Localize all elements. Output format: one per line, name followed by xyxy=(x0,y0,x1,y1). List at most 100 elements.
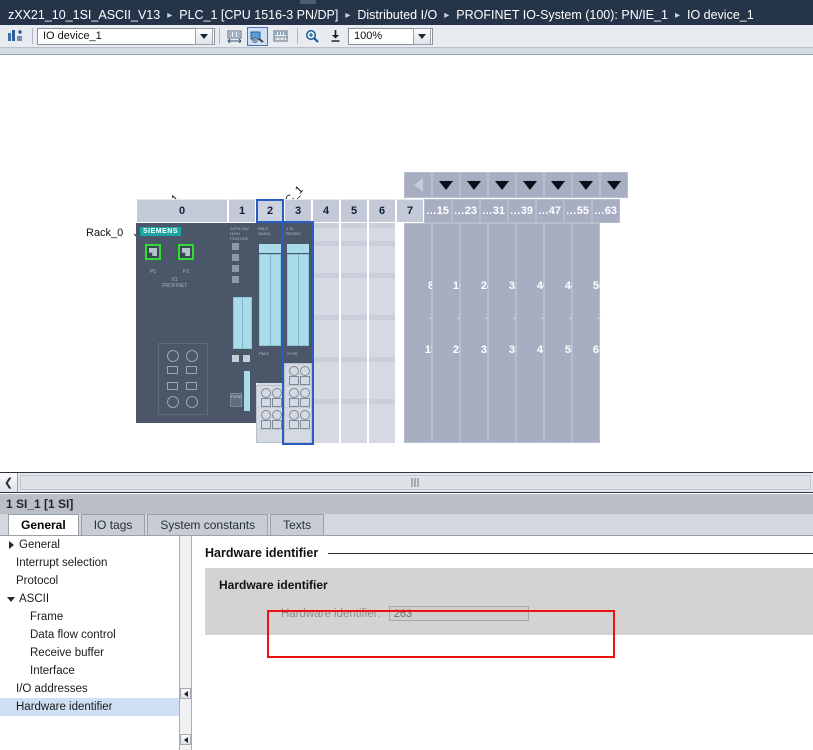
arrow-down-icon[interactable] xyxy=(572,172,600,198)
slot-group-column-55[interactable]: 48 - 55 xyxy=(544,223,577,443)
slot-group-column-15[interactable]: 8 - 15 xyxy=(404,223,437,443)
slot-group-header-23[interactable]: …23 xyxy=(452,199,480,223)
tab-general[interactable]: General xyxy=(8,514,79,535)
slot-group-column-47[interactable]: 40 - 47 xyxy=(516,223,549,443)
device-selector-combo[interactable]: IO device_1 xyxy=(37,27,215,45)
slot-group-header-55[interactable]: …55 xyxy=(564,199,592,223)
slot-header-0[interactable]: 0 xyxy=(136,199,228,223)
profinet-interface-label: X1 PROFINET xyxy=(162,277,188,290)
port2-label: P2 xyxy=(183,269,190,275)
arrow-down-icon[interactable] xyxy=(488,172,516,198)
chevron-down-icon[interactable] xyxy=(195,27,213,45)
slot-group-header-15[interactable]: …15 xyxy=(424,199,452,223)
slot-group-column-31[interactable]: 24 - 31 xyxy=(460,223,493,443)
module-pm-e-24vdc[interactable]: PM-E 24VDC PM-E xyxy=(256,223,284,383)
terminal-block-slot1[interactable] xyxy=(256,385,284,443)
tree-item-data-flow-control[interactable]: Data flow control xyxy=(0,626,179,644)
slot-column-5[interactable] xyxy=(312,223,340,443)
breadcrumb-item-project[interactable]: zXX21_10_1SI_ASCII_V13 xyxy=(8,8,160,22)
slot-group-column-23[interactable]: 16 - 23 xyxy=(432,223,465,443)
chevron-right-icon[interactable] xyxy=(6,541,16,549)
tree-item-io-addresses[interactable]: I/O addresses xyxy=(0,680,179,698)
tree-item-protocol[interactable]: Protocol xyxy=(0,572,179,590)
slot-group-header-39[interactable]: …39 xyxy=(508,199,536,223)
breadcrumb-item-io-device[interactable]: IO device_1 xyxy=(687,8,754,22)
slot-group-header-63[interactable]: …63 xyxy=(592,199,620,223)
arrow-down-icon[interactable] xyxy=(516,172,544,198)
arrow-down-icon[interactable] xyxy=(460,172,488,198)
slot-header-2[interactable]: 2 xyxy=(256,199,284,223)
scroll-up-icon[interactable] xyxy=(180,688,191,699)
slot-group-header-31[interactable]: …31 xyxy=(480,199,508,223)
tree-item-interrupt-selection[interactable]: Interrupt selection xyxy=(0,554,179,572)
breadcrumb-item-plc[interactable]: PLC_1 [CPU 1516-3 PN/DP] xyxy=(179,8,338,22)
tab-system-constants[interactable]: System constants xyxy=(147,514,269,535)
tree-item-frame[interactable]: Frame xyxy=(0,608,179,626)
hardware-identifier-label: Hardware identifier: xyxy=(281,607,381,620)
tree-item-label: Interrupt selection xyxy=(16,557,108,569)
arrow-down-icon[interactable] xyxy=(544,172,572,198)
tree-item-label: Data flow control xyxy=(30,629,116,641)
arrow-down-icon[interactable] xyxy=(432,172,460,198)
topology-view-icon[interactable] xyxy=(270,27,291,46)
zoom-fit-icon[interactable] xyxy=(325,27,345,45)
arrow-left-icon[interactable] xyxy=(404,172,432,198)
tree-item-interface[interactable]: Interface xyxy=(0,662,179,680)
slot-header-7[interactable]: 7 xyxy=(396,199,424,223)
cpu-module[interactable]: SIEMENS P1 P2 X1 PROFINET xyxy=(136,223,228,423)
tab-texts[interactable]: Texts xyxy=(270,514,325,535)
rack-icon[interactable] xyxy=(5,27,25,45)
hardware-identifier-field-row: Hardware identifier: 263 xyxy=(219,606,813,621)
module-footer-label: PM-E xyxy=(259,351,269,356)
tree-item-label: Protocol xyxy=(16,575,59,587)
ethernet-port-icon[interactable] xyxy=(178,244,194,260)
horizontal-splitter[interactable]: ❮ xyxy=(0,472,813,493)
slot-header-row: 0 1 2 3 4 5 6 7 …15 …23 …31 …39 …47 …55 … xyxy=(136,199,620,223)
arrow-down-icon[interactable] xyxy=(600,172,628,198)
slot-header-1[interactable]: 1 xyxy=(228,199,256,223)
chevron-left-icon[interactable]: ❮ xyxy=(0,473,18,492)
tab-io-tags[interactable]: IO tags xyxy=(80,514,146,535)
module-label-pm-e: PM-E 24VDC xyxy=(258,226,271,237)
inspector-content: Hardware identifier Hardware identifier … xyxy=(193,536,813,750)
breadcrumb-tab-marker xyxy=(300,0,316,4)
toolbar-separator xyxy=(297,28,298,44)
slot-group-column-39[interactable]: 32 - 39 xyxy=(488,223,521,443)
tree-item-general[interactable]: General xyxy=(0,536,179,554)
tree-item-receive-buffer[interactable]: Receive buffer xyxy=(0,644,179,662)
breadcrumb-separator-icon: ▸ xyxy=(167,9,173,21)
slot-header-6[interactable]: 6 xyxy=(368,199,396,223)
breadcrumb-separator-icon: ▸ xyxy=(444,9,450,21)
scroll-down-icon[interactable] xyxy=(180,734,191,745)
fuse-icon: FUSE xyxy=(230,393,242,407)
inspector-tree-scrollbar[interactable] xyxy=(180,536,192,750)
hardware-identifier-input[interactable]: 263 xyxy=(388,606,529,621)
inspector-nav-tree[interactable]: General Interrupt selection Protocol ASC… xyxy=(0,536,180,750)
tree-item-hardware-identifier[interactable]: Hardware identifier xyxy=(0,698,179,716)
zoom-icon[interactable] xyxy=(302,27,322,45)
module-1-si[interactable]: 1 SI RS232C SI RS xyxy=(284,223,312,383)
module-footer-label: SI RS xyxy=(287,351,298,356)
zoom-level-combo[interactable]: 100% xyxy=(348,27,433,45)
slot-header-3[interactable]: 3 xyxy=(284,199,312,223)
slot-header-5[interactable]: 5 xyxy=(340,199,368,223)
device-view-canvas[interactable]: IO device_1 PM-E 24VDC_1 1 SI_1 0 1 2 3 … xyxy=(0,79,813,472)
slot-header-4[interactable]: 4 xyxy=(312,199,340,223)
terminal-block-slot2[interactable] xyxy=(284,363,312,443)
slot-group-header-47[interactable]: …47 xyxy=(536,199,564,223)
breadcrumb-separator-icon: ▸ xyxy=(674,9,680,21)
tree-item-ascii[interactable]: ASCII xyxy=(0,590,179,608)
slot-column-6[interactable] xyxy=(340,223,368,443)
ethernet-port-icon[interactable] xyxy=(145,244,161,260)
horizontal-scrollbar[interactable] xyxy=(20,475,811,490)
inspector-body: General Interrupt selection Protocol ASC… xyxy=(0,536,813,750)
device-view-icon[interactable] xyxy=(247,26,268,46)
slot-column-7[interactable] xyxy=(368,223,396,443)
chevron-down-icon[interactable] xyxy=(413,27,431,45)
slot-group-column-63[interactable]: 56 - 63 xyxy=(572,223,605,443)
breadcrumb-item-profinet-system[interactable]: PROFINET IO-System (100): PN/IE_1 xyxy=(456,8,668,22)
chevron-down-icon[interactable] xyxy=(6,596,16,602)
breadcrumb-item-distributed-io[interactable]: Distributed I/O xyxy=(357,8,437,22)
splitter-grip-icon[interactable] xyxy=(411,478,420,487)
device-overview-icon[interactable] xyxy=(224,27,245,46)
